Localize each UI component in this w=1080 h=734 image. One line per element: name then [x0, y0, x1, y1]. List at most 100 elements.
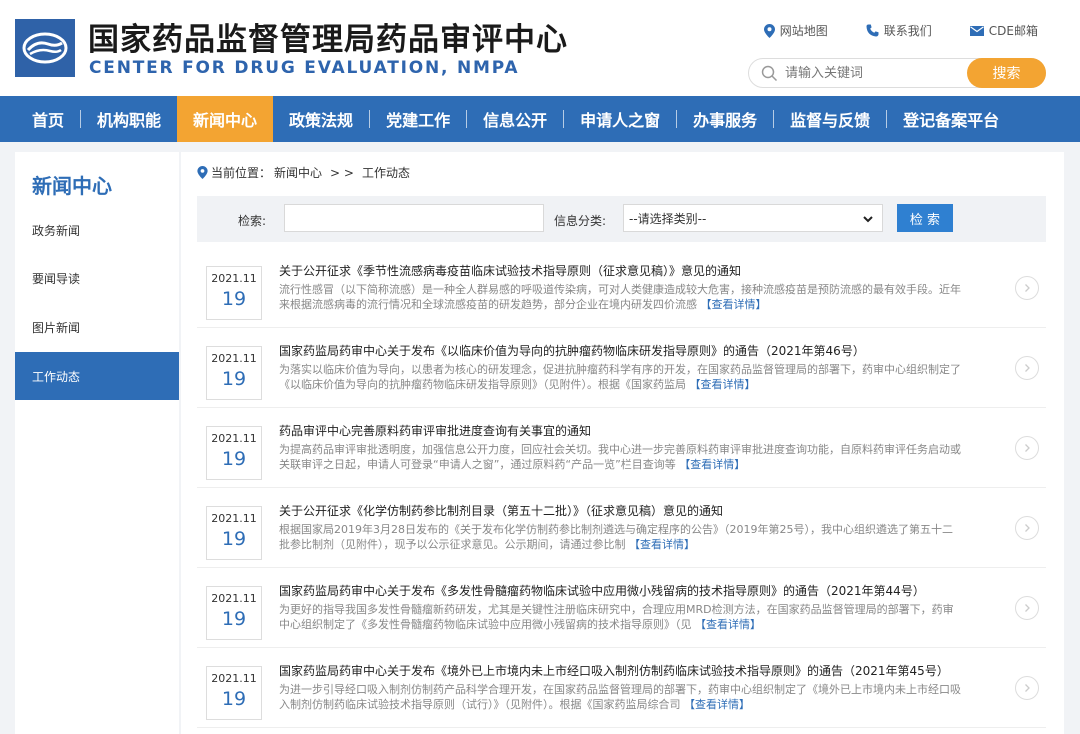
list-item: 2021.11 19 关于公开征求《季节性流感病毒疫苗临床试验技术指导原则（征求…: [197, 248, 1046, 328]
sidebar-item-gov-news[interactable]: 政务新闻: [15, 206, 179, 254]
chevron-right-icon: [1025, 284, 1030, 292]
article-summary-text: 为提高药品审评审批透明度，加强信息公开力度，回应社会关切。我中心进一步完善原料药…: [279, 443, 961, 471]
date-box: 2021.11 19: [206, 266, 262, 320]
nav-item-party[interactable]: 党建工作: [370, 96, 466, 142]
date-box: 2021.11 19: [206, 346, 262, 400]
breadcrumb-separator: > >: [330, 165, 354, 180]
view-details-link[interactable]: 【查看详情】: [629, 538, 695, 551]
header-search-button[interactable]: 搜索: [967, 58, 1046, 88]
article-arrow-button[interactable]: [1015, 596, 1039, 620]
contact-link[interactable]: 联系我们: [866, 22, 932, 39]
header-search-input[interactable]: [785, 63, 955, 83]
sitemap-label: 网站地图: [779, 24, 828, 38]
date-day: 19: [221, 608, 247, 630]
nav-item-news[interactable]: 新闻中心: [177, 96, 274, 142]
logo-emblem-icon: [22, 32, 68, 64]
list-item: 2021.11 19 药品审评中心完善原料药审评审批进度查询有关事宜的通知 为提…: [197, 408, 1046, 488]
nav-item-registration[interactable]: 登记备案平台: [887, 96, 1015, 142]
article-title-link[interactable]: 国家药监局药审中心关于发布《境外已上市境内未上市经口吸入制剂仿制药临床试验技术指…: [279, 662, 949, 679]
nav-item-supervision[interactable]: 监督与反馈: [774, 96, 886, 142]
sidebar-title: 新闻中心: [32, 174, 112, 198]
article-arrow-button[interactable]: [1015, 276, 1039, 300]
chevron-right-icon: [1025, 604, 1030, 612]
category-selected-value: --请选择类别--: [629, 211, 707, 226]
breadcrumb-current: 工作动态: [361, 166, 410, 180]
chevron-down-icon: [863, 216, 873, 223]
article-summary: 为更好的指导我国多发性骨髓瘤新药研发，尤其是关键性注册临床研究中，合理应用MRD…: [279, 602, 963, 632]
breadcrumb-link-news[interactable]: 新闻中心: [274, 164, 322, 181]
nav-item-policy[interactable]: 政策法规: [273, 96, 369, 142]
article-title-link[interactable]: 国家药监局药审中心关于发布《多发性骨髓瘤药物临床试验中应用微小残留病的技术指导原…: [279, 582, 925, 599]
date-box: 2021.11 19: [206, 586, 262, 640]
date-year-month: 2021.11: [211, 512, 257, 525]
breadcrumb-prefix: 当前位置：: [211, 166, 272, 180]
article-summary-text: 为落实以临床价值为导向，以患者为核心的研发理念，促进抗肿瘤药科学有序的开发，在国…: [279, 363, 961, 391]
sidebar: 新闻中心 政务新闻 要闻导读 图片新闻 工作动态: [15, 152, 179, 734]
main-content: 当前位置： 新闻中心 > > 工作动态 检索: 信息分类: --请选择类别-- …: [181, 152, 1064, 734]
keyword-input[interactable]: [284, 204, 544, 232]
article-arrow-button[interactable]: [1015, 436, 1039, 460]
article-summary-text: 根据国家局2019年3月28日发布的《关于发布化学仿制药参比制剂遴选与确定程序的…: [279, 523, 953, 551]
sitemap-link[interactable]: 网站地图: [763, 22, 828, 39]
site-logo[interactable]: [15, 19, 75, 77]
search-icon: [761, 65, 778, 82]
date-year-month: 2021.11: [211, 672, 257, 685]
list-item: 2021.11 19 国家药监局药审中心关于发布《境外已上市境内未上市经口吸入制…: [197, 648, 1046, 728]
article-title-link[interactable]: 关于公开征求《季节性流感病毒疫苗临床试验技术指导原则（征求意见稿）》意见的通知: [279, 262, 741, 279]
nav-item-services[interactable]: 办事服务: [677, 96, 773, 142]
article-summary-text: 为进一步引导经口吸入制剂仿制药产品科学合理开发，在国家药品监督管理局的部署下，药…: [279, 683, 961, 711]
site-title: 国家药品监督管理局药品审评中心: [88, 22, 568, 58]
chevron-right-icon: [1025, 524, 1030, 532]
article-title-link[interactable]: 关于公开征求《化学仿制药参比制剂目录（第五十二批）》（征求意见稿）意见的通知: [279, 502, 723, 519]
nav-item-home[interactable]: 首页: [0, 96, 80, 142]
site-subtitle: CENTER FOR DRUG EVALUATION, NMPA: [89, 58, 520, 78]
mail-icon: [969, 25, 984, 36]
article-arrow-button[interactable]: [1015, 516, 1039, 540]
article-summary: 为提高药品审评审批透明度，加强信息公开力度，回应社会关切。我中心进一步完善原料药…: [279, 442, 963, 472]
article-title-link[interactable]: 药品审评中心完善原料药审评审批进度查询有关事宜的通知: [279, 422, 591, 439]
article-arrow-button[interactable]: [1015, 676, 1039, 700]
category-label: 信息分类:: [554, 214, 607, 228]
view-details-link[interactable]: 【查看详情】: [679, 458, 745, 471]
nav-item-applicant[interactable]: 申请人之窗: [564, 96, 676, 142]
date-year-month: 2021.11: [211, 352, 257, 365]
sidebar-item-work-updates[interactable]: 工作动态: [15, 352, 179, 400]
nav-item-functions[interactable]: 机构职能: [81, 96, 177, 142]
article-list: 2021.11 19 关于公开征求《季节性流感病毒疫苗临床试验技术指导原则（征求…: [197, 248, 1046, 728]
date-day: 19: [221, 688, 247, 710]
date-day: 19: [221, 528, 247, 550]
date-day: 19: [221, 448, 247, 470]
phone-icon: [866, 24, 879, 37]
date-day: 19: [221, 288, 247, 310]
list-item: 2021.11 19 国家药监局药审中心关于发布《以临床价值为导向的抗肿瘤药物临…: [197, 328, 1046, 408]
view-details-link[interactable]: 【查看详情】: [690, 378, 756, 391]
location-pin-icon: [763, 23, 775, 38]
article-title-link[interactable]: 国家药监局药审中心关于发布《以临床价值为导向的抗肿瘤药物临床研发指导原则》的通告…: [279, 342, 865, 359]
mail-link[interactable]: CDE邮箱: [969, 22, 1038, 39]
article-arrow-button[interactable]: [1015, 356, 1039, 380]
date-box: 2021.11 19: [206, 506, 262, 560]
article-summary-text: 流行性感冒（以下简称流感）是一种全人群易感的呼吸道传染病，可对人类健康造成较大危…: [279, 283, 961, 311]
category-select[interactable]: --请选择类别--: [623, 204, 883, 232]
chevron-right-icon: [1025, 444, 1030, 452]
date-year-month: 2021.11: [211, 272, 257, 285]
sidebar-item-photo-news[interactable]: 图片新闻: [15, 303, 179, 351]
view-details-link[interactable]: 【查看详情】: [695, 618, 761, 631]
breadcrumb: 当前位置： 新闻中心 > > 工作动态: [197, 164, 410, 181]
list-item: 2021.11 19 国家药监局药审中心关于发布《多发性骨髓瘤药物临床试验中应用…: [197, 568, 1046, 648]
sidebar-item-headlines[interactable]: 要闻导读: [15, 254, 179, 302]
nav-item-disclosure[interactable]: 信息公开: [467, 96, 563, 142]
list-item: 2021.11 19 关于公开征求《化学仿制药参比制剂目录（第五十二批）》（征求…: [197, 488, 1046, 568]
date-box: 2021.11 19: [206, 426, 262, 480]
article-summary: 流行性感冒（以下简称流感）是一种全人群易感的呼吸道传染病，可对人类健康造成较大危…: [279, 282, 963, 312]
header-search: 搜索: [748, 58, 1046, 88]
top-links: 网站地图 联系我们 CDE邮箱: [763, 22, 1038, 39]
filter-search-button[interactable]: 检 索: [897, 204, 953, 232]
site-header: 国家药品监督管理局药品审评中心 CENTER FOR DRUG EVALUATI…: [0, 0, 1080, 96]
filter-bar: 检索: 信息分类: --请选择类别-- 检 索: [197, 196, 1046, 242]
view-details-link[interactable]: 【查看详情】: [684, 698, 750, 711]
date-box: 2021.11 19: [206, 666, 262, 720]
article-summary-text: 为更好的指导我国多发性骨髓瘤新药研发，尤其是关键性注册临床研究中，合理应用MRD…: [279, 603, 954, 631]
article-summary: 根据国家局2019年3月28日发布的《关于发布化学仿制药参比制剂遴选与确定程序的…: [279, 522, 963, 552]
view-details-link[interactable]: 【查看详情】: [701, 298, 767, 311]
